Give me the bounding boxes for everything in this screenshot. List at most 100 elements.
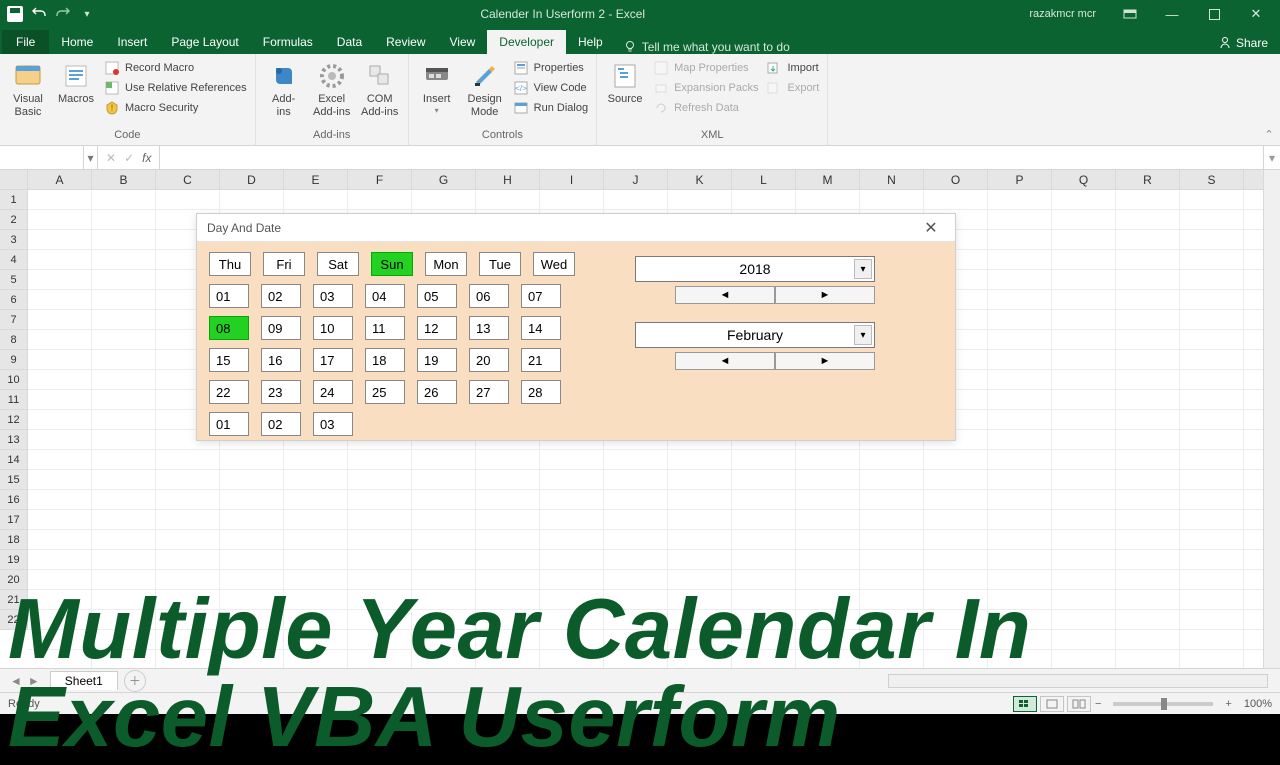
tab-formulas[interactable]: Formulas bbox=[251, 30, 325, 54]
expand-formula-bar[interactable]: ▾ bbox=[1263, 146, 1280, 169]
com-addins-button[interactable]: COM Add-ins bbox=[358, 57, 402, 119]
column-header[interactable]: C bbox=[156, 170, 220, 189]
calendar-date[interactable]: 26 bbox=[417, 380, 457, 404]
column-header[interactable]: G bbox=[412, 170, 476, 189]
month-next-button[interactable]: ► bbox=[775, 352, 875, 370]
day-header-wed[interactable]: Wed bbox=[533, 252, 575, 276]
calendar-date[interactable]: 04 bbox=[365, 284, 405, 308]
xml-source-button[interactable]: Source bbox=[603, 57, 647, 106]
year-select[interactable]: 2018 ▾ bbox=[635, 256, 875, 282]
sheet-nav-next[interactable]: ► bbox=[28, 674, 40, 688]
quick-save-icon[interactable] bbox=[6, 5, 24, 23]
macro-security-button[interactable]: !Macro Security bbox=[102, 99, 249, 117]
row-header[interactable]: 15 bbox=[0, 470, 28, 490]
row-header[interactable]: 13 bbox=[0, 430, 28, 450]
view-code-button[interactable]: </>View Code bbox=[511, 79, 590, 97]
row-header[interactable]: 9 bbox=[0, 350, 28, 370]
calendar-date[interactable]: 28 bbox=[521, 380, 561, 404]
row-header[interactable]: 7 bbox=[0, 310, 28, 330]
relative-references-button[interactable]: Use Relative References bbox=[102, 79, 249, 97]
calendar-date[interactable]: 08 bbox=[209, 316, 249, 340]
row-header[interactable]: 5 bbox=[0, 270, 28, 290]
add-sheet-button[interactable]: ＋ bbox=[124, 670, 146, 692]
day-header-tue[interactable]: Tue bbox=[479, 252, 521, 276]
userform-close-button[interactable]: ✕ bbox=[917, 214, 945, 242]
row-header[interactable]: 18 bbox=[0, 530, 28, 550]
column-header[interactable]: S bbox=[1180, 170, 1244, 189]
calendar-date[interactable]: 21 bbox=[521, 348, 561, 372]
fx-icon[interactable]: fx bbox=[142, 151, 151, 165]
sheet-nav-prev[interactable]: ◄ bbox=[10, 674, 22, 688]
day-header-fri[interactable]: Fri bbox=[263, 252, 305, 276]
calendar-date[interactable]: 20 bbox=[469, 348, 509, 372]
view-page-break-button[interactable] bbox=[1067, 696, 1091, 712]
column-header[interactable]: I bbox=[540, 170, 604, 189]
column-header[interactable]: Q bbox=[1052, 170, 1116, 189]
name-box[interactable] bbox=[0, 146, 84, 169]
tab-review[interactable]: Review bbox=[374, 30, 437, 54]
select-all-corner[interactable] bbox=[0, 170, 28, 189]
calendar-date[interactable]: 11 bbox=[365, 316, 405, 340]
view-page-layout-button[interactable] bbox=[1040, 696, 1064, 712]
column-header[interactable]: K bbox=[668, 170, 732, 189]
column-header[interactable]: B bbox=[92, 170, 156, 189]
cells-area[interactable]: Day And Date ✕ ThuFriSatSunMonTueWed0102… bbox=[28, 190, 1263, 668]
row-header[interactable]: 22 bbox=[0, 610, 28, 630]
calendar-date[interactable]: 23 bbox=[261, 380, 301, 404]
share-button[interactable]: Share bbox=[1206, 32, 1280, 54]
qat-dropdown-icon[interactable]: ▾ bbox=[78, 5, 96, 23]
redo-icon[interactable] bbox=[54, 5, 72, 23]
tab-file[interactable]: File bbox=[2, 30, 49, 54]
spreadsheet-grid[interactable]: ABCDEFGHIJKLMNOPQRS 12345678910111213141… bbox=[0, 170, 1280, 668]
calendar-date[interactable]: 10 bbox=[313, 316, 353, 340]
calendar-date[interactable]: 17 bbox=[313, 348, 353, 372]
properties-button[interactable]: Properties bbox=[511, 59, 590, 77]
column-header[interactable]: M bbox=[796, 170, 860, 189]
day-header-sun[interactable]: Sun bbox=[371, 252, 413, 276]
day-header-sat[interactable]: Sat bbox=[317, 252, 359, 276]
calendar-date[interactable]: 13 bbox=[469, 316, 509, 340]
row-header[interactable]: 1 bbox=[0, 190, 28, 210]
calendar-date[interactable]: 18 bbox=[365, 348, 405, 372]
month-prev-button[interactable]: ◄ bbox=[675, 352, 775, 370]
ribbon-display-icon[interactable] bbox=[1110, 0, 1150, 28]
vertical-scrollbar[interactable] bbox=[1263, 190, 1280, 668]
calendar-date[interactable]: 12 bbox=[417, 316, 457, 340]
calendar-date[interactable]: 03 bbox=[313, 412, 353, 436]
calendar-date[interactable]: 27 bbox=[469, 380, 509, 404]
calendar-date[interactable]: 05 bbox=[417, 284, 457, 308]
maximize-button[interactable] bbox=[1194, 0, 1234, 28]
row-header[interactable]: 6 bbox=[0, 290, 28, 310]
record-macro-button[interactable]: Record Macro bbox=[102, 59, 249, 77]
row-header[interactable]: 19 bbox=[0, 550, 28, 570]
tab-insert[interactable]: Insert bbox=[105, 30, 159, 54]
calendar-date[interactable]: 06 bbox=[469, 284, 509, 308]
macros-button[interactable]: Macros bbox=[54, 57, 98, 106]
year-prev-button[interactable]: ◄ bbox=[675, 286, 775, 304]
xml-import-button[interactable]: Import bbox=[764, 59, 821, 77]
column-header[interactable]: E bbox=[284, 170, 348, 189]
row-header[interactable]: 14 bbox=[0, 450, 28, 470]
run-dialog-button[interactable]: Run Dialog bbox=[511, 99, 590, 117]
tab-home[interactable]: Home bbox=[49, 30, 105, 54]
column-header[interactable]: R bbox=[1116, 170, 1180, 189]
calendar-date[interactable]: 22 bbox=[209, 380, 249, 404]
tab-view[interactable]: View bbox=[438, 30, 488, 54]
row-header[interactable]: 16 bbox=[0, 490, 28, 510]
tab-page-layout[interactable]: Page Layout bbox=[159, 30, 250, 54]
design-mode-button[interactable]: Design Mode bbox=[463, 57, 507, 119]
minimize-button[interactable]: — bbox=[1152, 0, 1192, 28]
row-header[interactable]: 11 bbox=[0, 390, 28, 410]
row-header[interactable]: 17 bbox=[0, 510, 28, 530]
year-next-button[interactable]: ► bbox=[775, 286, 875, 304]
row-header[interactable]: 3 bbox=[0, 230, 28, 250]
row-header[interactable]: 4 bbox=[0, 250, 28, 270]
visual-basic-button[interactable]: Visual Basic bbox=[6, 57, 50, 119]
row-header[interactable]: 21 bbox=[0, 590, 28, 610]
calendar-date[interactable]: 14 bbox=[521, 316, 561, 340]
zoom-out-button[interactable]: − bbox=[1091, 698, 1105, 710]
excel-addins-button[interactable]: Excel Add-ins bbox=[310, 57, 354, 119]
row-header[interactable]: 20 bbox=[0, 570, 28, 590]
column-header[interactable]: H bbox=[476, 170, 540, 189]
calendar-date[interactable]: 02 bbox=[261, 284, 301, 308]
